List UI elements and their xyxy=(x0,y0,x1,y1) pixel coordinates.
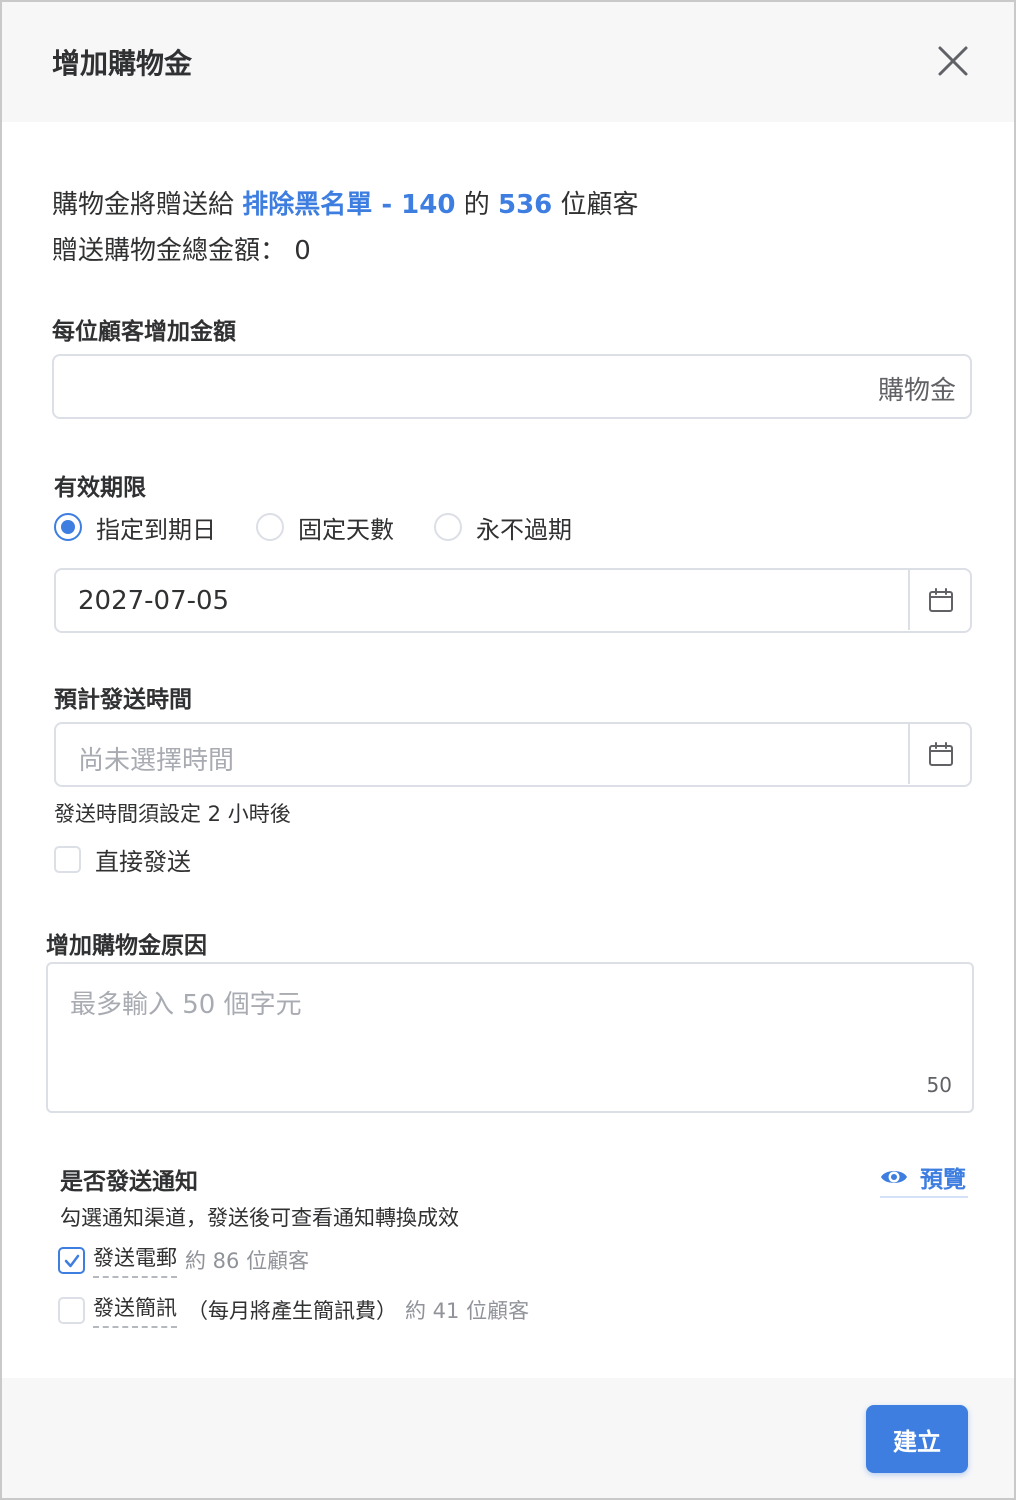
dialog-footer xyxy=(2,1378,1014,1498)
recipient-summary: 購物金將贈送給 排除黑名單 - 140 的 536 位顧客 xyxy=(52,184,639,221)
sms-channel-checkbox[interactable]: 發送簡訊 （每月將產生簡訊費） 約 41 位顧客 xyxy=(58,1292,529,1328)
preview-link[interactable]: 預覽 xyxy=(880,1160,968,1198)
total-amount-label: 贈送購物金總金額： xyxy=(52,236,287,266)
char-counter: 50 xyxy=(926,1073,952,1097)
schedule-placeholder: 尚未選擇時間 xyxy=(78,746,235,776)
total-amount-value: 0 xyxy=(294,236,311,266)
radio-specific-date[interactable]: 指定到期日 xyxy=(54,510,216,544)
calendar-icon[interactable] xyxy=(908,570,970,630)
schedule-hint: 發送時間須設定 2 小時後 xyxy=(54,802,291,826)
email-channel-box xyxy=(58,1246,85,1274)
sms-fee-note: （每月將產生簡訊費） xyxy=(187,1299,397,1323)
summary-prefix: 購物金將贈送給 xyxy=(52,190,235,220)
send-now-checkbox[interactable]: 直接發送 xyxy=(54,842,191,877)
email-channel-count: 約 86 位顧客 xyxy=(185,1249,310,1273)
amount-label: 每位顧客增加金額 xyxy=(52,319,236,345)
customer-group-name: 排除黑名單 - 140 xyxy=(242,190,456,220)
total-amount-summary: 贈送購物金總金額： 0 xyxy=(52,230,311,267)
reason-placeholder: 最多輸入 50 個字元 xyxy=(70,990,302,1020)
sms-channel-label: 發送簡訊 xyxy=(93,1292,177,1328)
notification-description: 勾選通知渠道，發送後可查看通知轉換成效 xyxy=(60,1206,459,1230)
schedule-label: 預計發送時間 xyxy=(54,687,192,713)
close-icon[interactable] xyxy=(932,40,974,82)
reason-textarea[interactable]: 最多輸入 50 個字元 50 xyxy=(46,962,974,1113)
radio-specific-date-dot xyxy=(54,513,82,541)
dialog-header: 增加購物金 xyxy=(2,2,1014,122)
send-now-box xyxy=(54,846,81,873)
sms-channel-count: 約 41 位顧客 xyxy=(405,1299,530,1323)
amount-suffix: 購物金 xyxy=(877,376,956,406)
dialog-title: 增加購物金 xyxy=(52,47,193,80)
radio-never-expire-dot xyxy=(434,513,462,541)
check-icon xyxy=(64,1254,80,1267)
create-button[interactable]: 建立 xyxy=(866,1405,968,1473)
customer-count: 536 xyxy=(498,190,553,220)
radio-fixed-days-label: 固定天數 xyxy=(298,515,394,544)
radio-fixed-days-dot xyxy=(256,513,284,541)
amount-input[interactable]: 購物金 xyxy=(52,354,972,419)
summary-mid: 的 xyxy=(463,190,490,220)
reason-label: 增加購物金原因 xyxy=(46,933,207,959)
email-channel-checkbox[interactable]: 發送電郵 約 86 位顧客 xyxy=(58,1242,309,1278)
radio-specific-date-label: 指定到期日 xyxy=(96,515,216,544)
expiry-date-value: 2027-07-05 xyxy=(78,586,230,616)
sms-channel-box xyxy=(58,1296,85,1324)
schedule-time-input[interactable]: 尚未選擇時間 xyxy=(54,722,972,787)
expiry-date-input[interactable]: 2027-07-05 xyxy=(54,568,972,633)
summary-suffix: 位顧客 xyxy=(560,190,639,220)
radio-never-expire-label: 永不過期 xyxy=(476,515,572,544)
calendar-icon[interactable] xyxy=(908,724,970,784)
notification-title: 是否發送通知 xyxy=(60,1169,198,1195)
eye-icon xyxy=(881,1171,907,1183)
expiry-label: 有效期限 xyxy=(54,475,146,501)
radio-never-expire[interactable]: 永不過期 xyxy=(434,510,572,544)
add-credit-dialog: 增加購物金 購物金將贈送給 排除黑名單 - 140 的 536 位顧客 贈送購物… xyxy=(0,0,1016,1500)
radio-fixed-days[interactable]: 固定天數 xyxy=(256,510,394,544)
email-channel-label: 發送電郵 xyxy=(93,1242,177,1278)
send-now-label: 直接發送 xyxy=(95,848,191,876)
preview-label: 預覽 xyxy=(920,1167,966,1193)
